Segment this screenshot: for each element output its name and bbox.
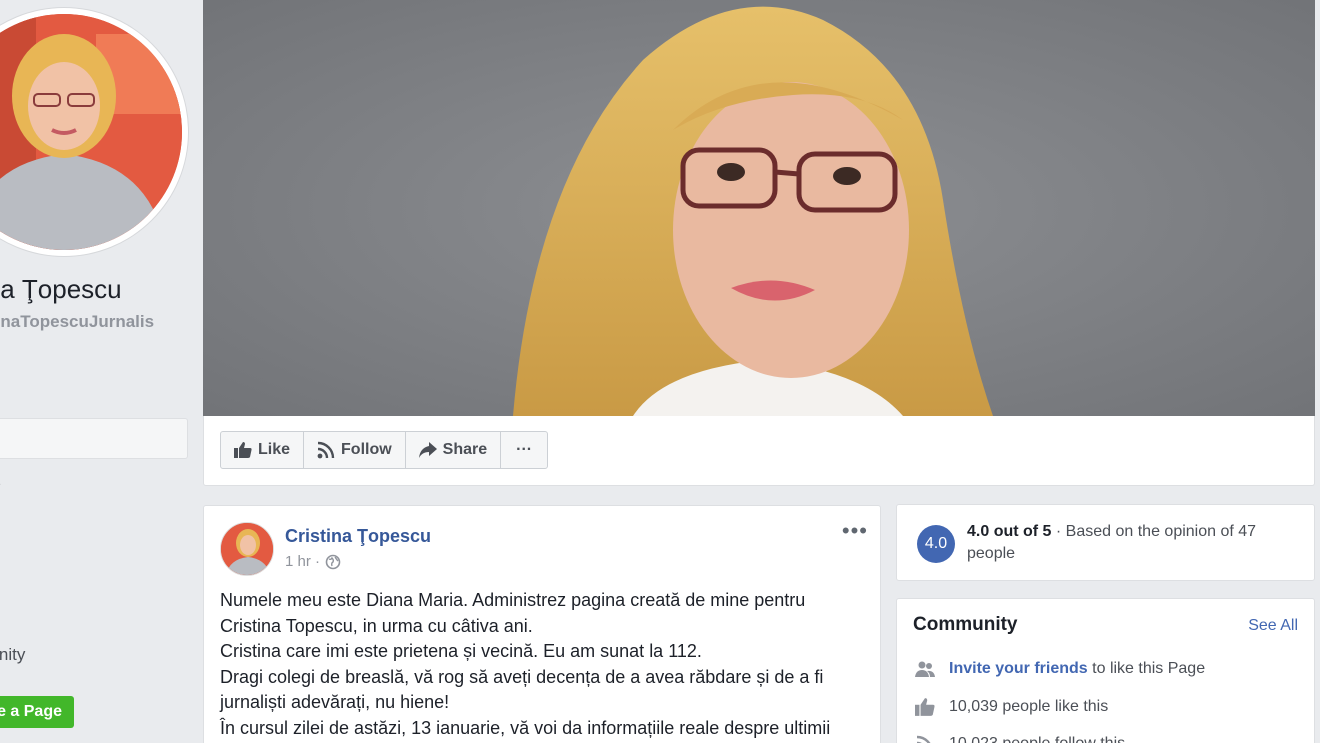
sidebar-item-home[interactable] (0, 418, 188, 459)
rating-badge: 4.0 (917, 525, 955, 563)
more-dots-icon: ··· (516, 441, 533, 458)
post-line: Cristina Topescu, in urma cu câtiva ani. (220, 615, 533, 636)
left-column: ina Ţopescu tinaTopescuJurnalis ws s s n… (0, 0, 195, 743)
post-line: În cursul zilei de astăzi, 13 ianuarie, … (220, 717, 831, 738)
post-card: Cristina Ţopescu 1 hr · ••• Numele meu e… (203, 505, 881, 743)
thumbs-up-icon (234, 442, 252, 458)
follows-row: 10,023 people follow this (915, 735, 1125, 743)
page-username[interactable]: tinaTopescuJurnalis (0, 312, 154, 332)
invite-friends-row: Invite your friends to like this Page (915, 660, 1205, 678)
likes-row: 10,039 people like this (915, 698, 1108, 716)
post-line: Numele meu este Diana Maria. Administrez… (220, 590, 806, 610)
like-button[interactable]: Like (221, 432, 305, 468)
page-title: ina Ţopescu (0, 274, 122, 304)
likes-count: 10,039 people like this (949, 698, 1109, 715)
rating-card: 4.0 4.0 out of 5 · Based on the opinion … (896, 504, 1315, 581)
like-label: Like (258, 441, 291, 458)
share-button[interactable]: Share (406, 432, 502, 468)
post-line: Dragi colegi de breaslă, vă rog să aveți… (220, 666, 824, 687)
rating-score: 4.0 out of 5 (967, 523, 1052, 540)
post-timestamp[interactable]: 1 hr · (285, 553, 320, 570)
post-line: jurnaliști adevărați, nu hiene! (220, 692, 450, 712)
invite-friends-link[interactable]: Invite your friends (949, 660, 1088, 677)
share-label: Share (442, 441, 488, 458)
cover-image (203, 0, 1315, 416)
rating-summary[interactable]: 4.0 out of 5 · Based on the opinion of 4… (967, 521, 1297, 565)
invite-text: to like this Page (1087, 660, 1206, 677)
page-action-bar: Like Follow Share ··· (203, 416, 1315, 486)
post-body: Numele meu este Diana Maria. Administrez… (220, 588, 872, 741)
share-arrow-icon (418, 442, 437, 458)
post-author-name[interactable]: Cristina Ţopescu (285, 526, 431, 547)
post-line: Cristina care imi este prietena și vecin… (220, 641, 702, 661)
people-icon (915, 661, 935, 677)
rss-icon (317, 441, 335, 459)
post-meta: 1 hr · (285, 553, 341, 570)
follows-count: 10,023 people follow this (949, 735, 1125, 743)
sidebar-item-reviews[interactable]: ws (0, 472, 1, 492)
follow-button[interactable]: Follow (304, 432, 406, 468)
action-button-group: Like Follow Share ··· (220, 431, 549, 469)
rss-icon (916, 735, 931, 743)
more-options-button[interactable]: ··· (501, 432, 547, 468)
create-page-button[interactable]: e a Page (0, 696, 74, 728)
sidebar-item-community[interactable]: nunity (0, 645, 25, 665)
globe-icon (325, 554, 341, 569)
post-options-icon[interactable]: ••• (842, 520, 868, 542)
community-card: Community See All Invite your friends to… (896, 598, 1315, 743)
post-author-avatar[interactable] (220, 522, 274, 576)
community-title: Community (913, 614, 1018, 635)
profile-picture[interactable] (0, 8, 188, 256)
profile-photo (0, 14, 182, 250)
follow-label: Follow (341, 441, 392, 458)
thumbs-up-icon (915, 698, 935, 716)
see-all-link[interactable]: See All (1248, 617, 1298, 635)
cover-photo[interactable] (203, 0, 1315, 416)
